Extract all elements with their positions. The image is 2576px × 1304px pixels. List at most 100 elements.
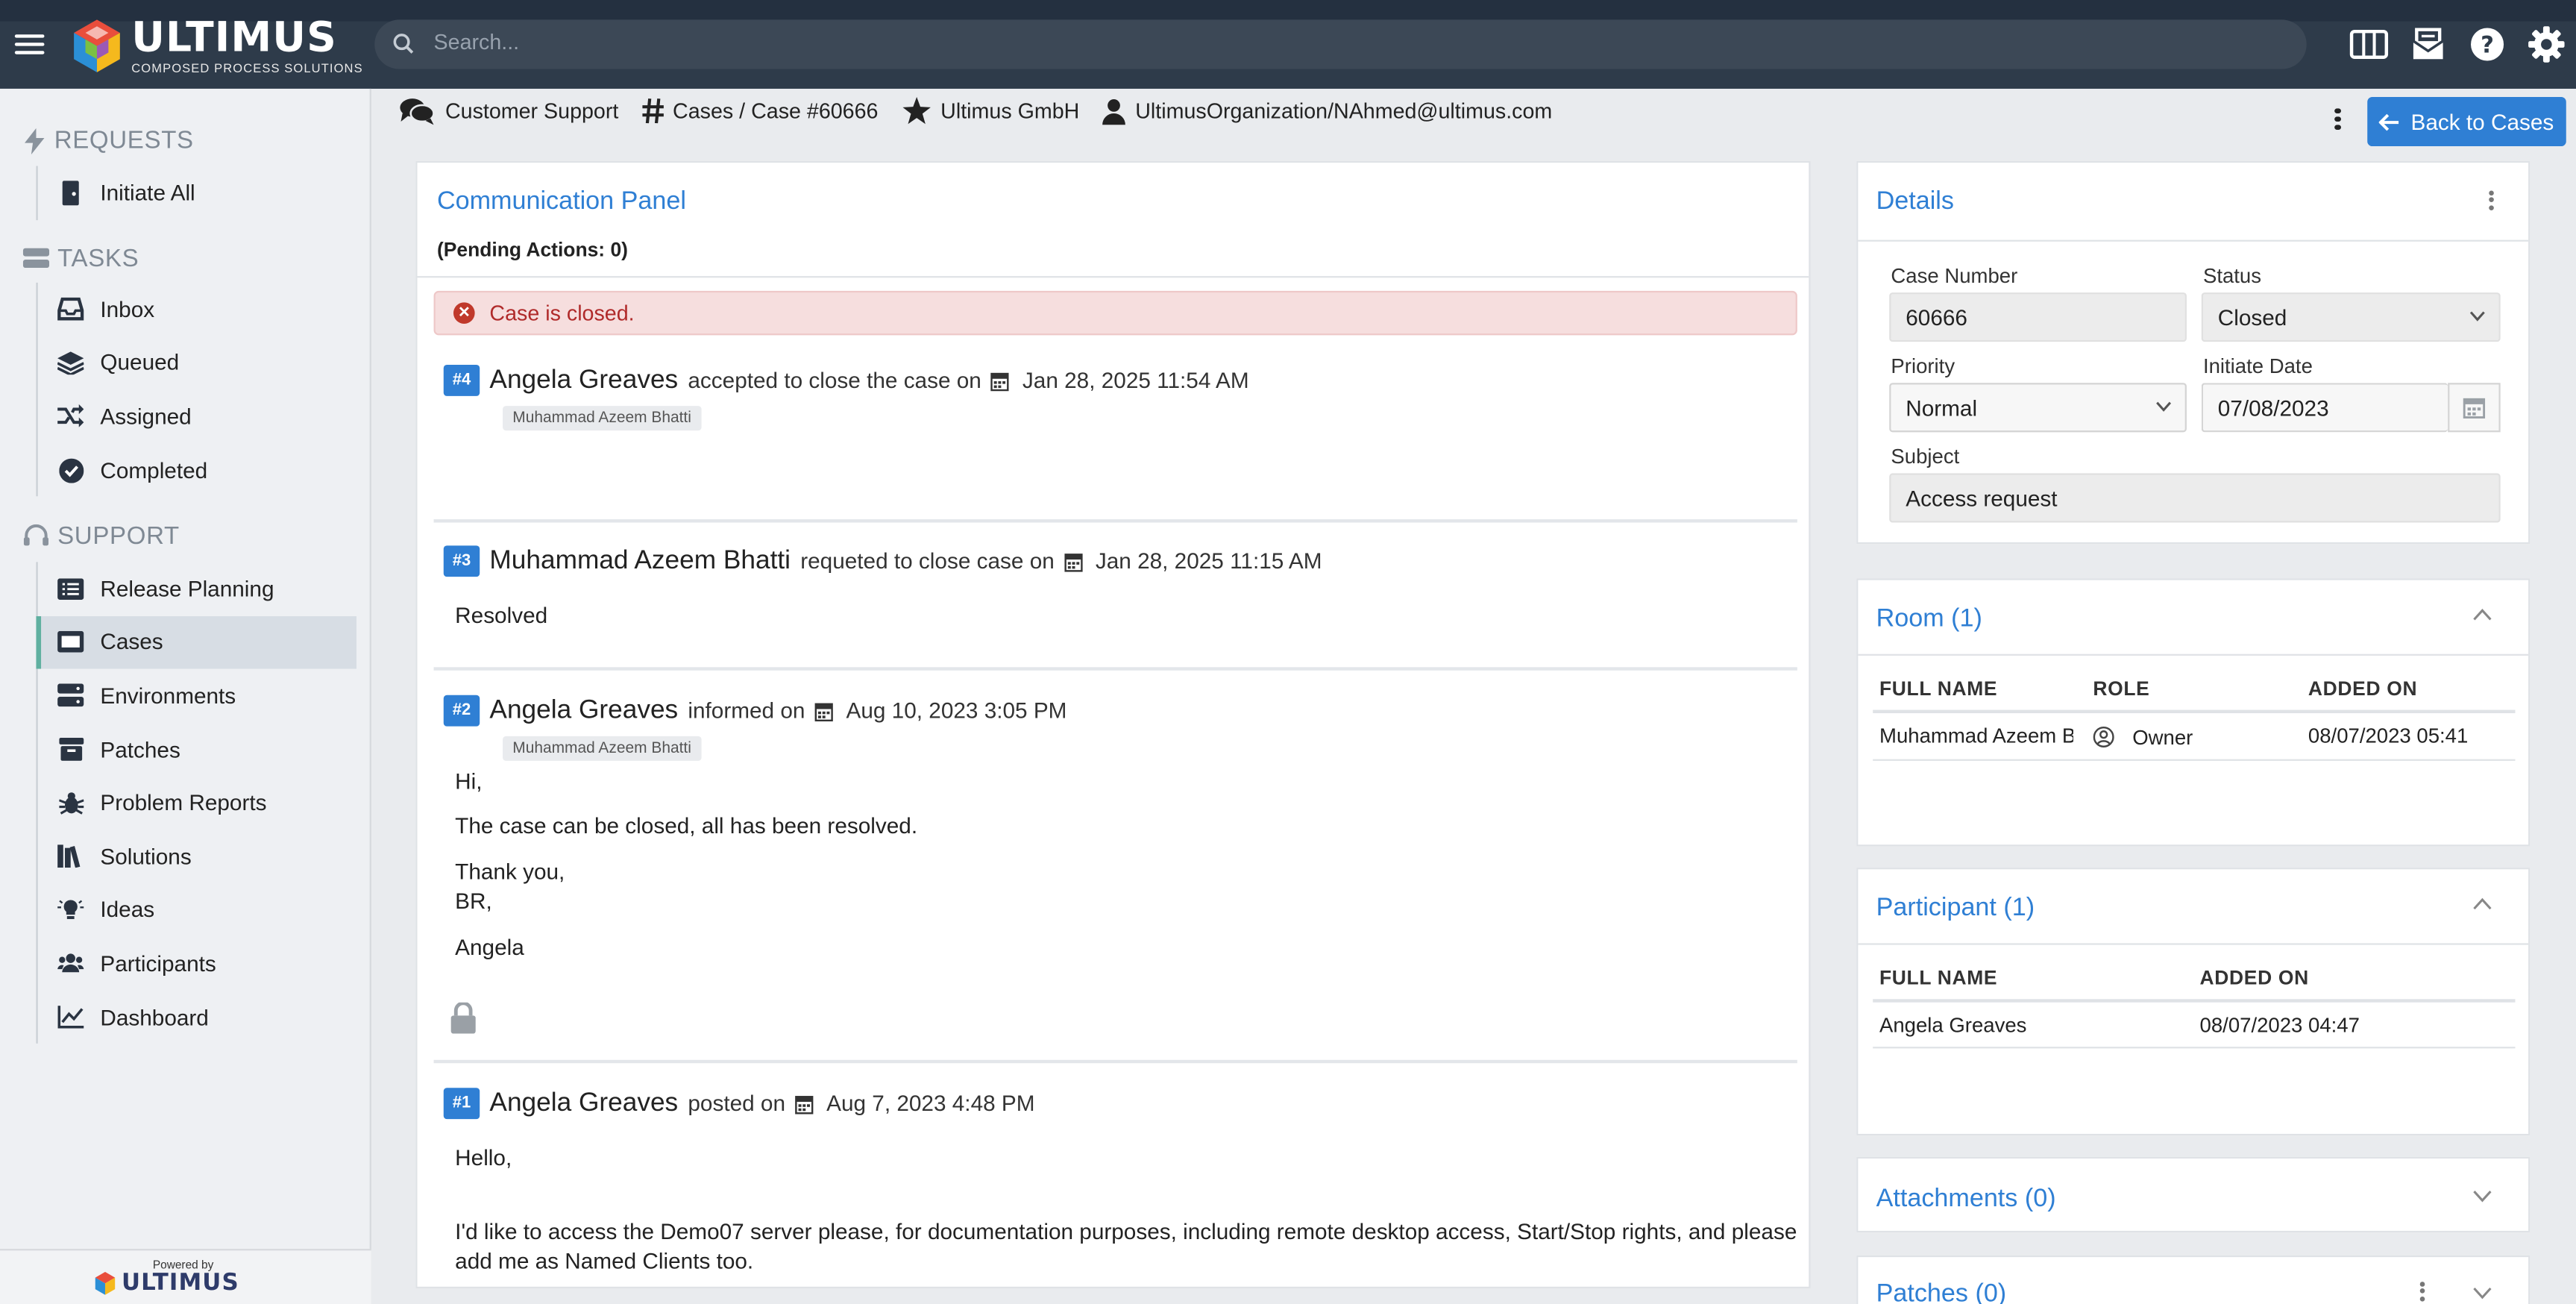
room-member-name: Muhammad Azeem Bh (1879, 724, 2073, 748)
message-author[interactable]: Muhammad Azeem Bhatti (489, 546, 791, 576)
column-header: ROLE (2093, 677, 2150, 700)
message-date: Aug 7, 2023 4:48 PM (826, 1091, 1035, 1116)
archive-icon (57, 736, 84, 762)
sidebar-item-participants[interactable]: Participants (38, 937, 359, 991)
ultimus-logo[interactable]: ULTIMUS COMPOSED PROCESS SOLUTIONS (69, 11, 363, 81)
sidebar-item-environments[interactable]: Environments (38, 669, 359, 723)
back-to-cases-button[interactable]: Back to Cases (2367, 96, 2566, 147)
room-member-added: 08/07/2023 05:41 (2308, 724, 2469, 748)
participant-title: Participant (1) (1876, 894, 2035, 922)
message-header: #3 Muhammad Azeem Bhatti requeted to clo… (443, 545, 1322, 577)
sidebar-item-completed[interactable]: Completed (38, 443, 359, 497)
help-icon[interactable]: ? (2468, 25, 2507, 64)
brand-name: ULTIMUS (131, 13, 337, 61)
menu-icon[interactable] (14, 30, 45, 60)
status-select[interactable]: Closed (2201, 292, 2501, 342)
details-more-icon[interactable] (2489, 187, 2495, 212)
room-header[interactable]: Room (1) (1858, 580, 2529, 656)
sidebar-item-ideas[interactable]: Ideas (38, 883, 359, 937)
message-body-line: BR, (455, 888, 492, 914)
participant-header[interactable]: Participant (1) (1858, 869, 2529, 945)
sidebar-item-patches[interactable]: Patches (38, 723, 359, 777)
users-icon (57, 950, 84, 977)
section-requests: REQUESTS (23, 127, 194, 154)
message-body-line: I'd like to access the Demo07 server ple… (455, 1219, 1797, 1244)
tasks-icon (22, 248, 50, 269)
more-options-icon[interactable] (2326, 105, 2349, 135)
panel-title: Communication Panel (436, 187, 686, 216)
message-number-badge: #4 (443, 365, 480, 396)
chevron-down-icon[interactable] (2472, 1287, 2492, 1300)
priority-label: Priority (1891, 354, 1955, 378)
headset-icon (23, 524, 48, 546)
message-author[interactable]: Angela Greaves (489, 1088, 678, 1118)
sidebar-item-problem-reports[interactable]: Problem Reports (38, 777, 359, 830)
patches-title: Patches (0) (1876, 1279, 2007, 1304)
communication-panel: Communication Panel (Pending Actions: 0)… (415, 160, 1811, 1288)
server-icon (57, 683, 84, 709)
sidebar-item-dashboard[interactable]: Dashboard (38, 991, 359, 1044)
breadcrumb-company[interactable]: Ultimus GmbH (940, 98, 1079, 123)
sidebar-item-inbox[interactable]: Inbox (38, 283, 359, 336)
arrow-left-icon (2379, 113, 2400, 131)
initiate-date-input[interactable]: 07/08/2023 (2201, 383, 2448, 433)
breadcrumb-area[interactable]: Customer Support (445, 98, 618, 123)
calendar-picker-button[interactable] (2448, 383, 2501, 433)
calendar-icon (814, 700, 833, 721)
sidebar-item-assigned[interactable]: Assigned (38, 389, 359, 443)
recipient-chip: Muhammad Azeem Bhatti (503, 406, 702, 431)
case-number-field[interactable]: 60666 (1889, 292, 2187, 342)
ultimus-cube-icon (74, 19, 120, 72)
breadcrumb-user[interactable]: UltimusOrganization/NAhmed@ultimus.com (1135, 98, 1552, 123)
message-number-badge: #1 (443, 1088, 480, 1120)
message-author[interactable]: Angela Greaves (489, 696, 678, 726)
calendar-icon (795, 1094, 814, 1114)
star-icon (901, 96, 931, 125)
search-input[interactable] (433, 29, 2241, 54)
participant-added: 08/07/2023 04:47 (2199, 1014, 2360, 1037)
room-card: Room (1) FULL NAME ROLE ADDED ON Muhamma… (1856, 578, 2531, 847)
attachments-card[interactable]: Attachments (0) (1856, 1156, 2531, 1233)
details-title: Details (1876, 187, 1954, 216)
chevron-up-icon[interactable] (2472, 897, 2492, 911)
pending-actions: (Pending Actions: 0) (436, 238, 628, 262)
calendar-icon (991, 371, 1010, 391)
chevron-down-icon[interactable] (2472, 1190, 2492, 1203)
inbox-tray-icon[interactable] (2408, 25, 2448, 64)
attachments-title: Attachments (0) (1876, 1185, 2056, 1213)
lock-icon (450, 1001, 477, 1042)
message-body-line: The case can be closed, all has been res… (455, 813, 918, 838)
message-author[interactable]: Angela Greaves (489, 366, 678, 395)
sidebar-item-solutions[interactable]: Solutions (38, 830, 359, 883)
chevron-down-icon (2156, 401, 2172, 412)
subject-field[interactable]: Access request (1889, 473, 2501, 523)
columns-icon[interactable] (2349, 25, 2389, 64)
sidebar-item-queued[interactable]: Queued (38, 336, 359, 390)
search-bar[interactable] (374, 19, 2307, 69)
list-icon (57, 576, 84, 602)
patches-card[interactable]: Patches (0) (1856, 1255, 2531, 1304)
bolt-icon (25, 127, 45, 154)
initiate-date-label: Initiate Date (2202, 354, 2313, 378)
message-body-line: Thank you, (455, 859, 565, 885)
column-header: ADDED ON (2199, 966, 2309, 990)
section-tasks: TASKS (22, 245, 139, 273)
sidebar-item-cases[interactable]: Cases (36, 615, 357, 669)
patches-more-icon[interactable] (2419, 1279, 2427, 1303)
priority-select[interactable]: Normal (1889, 383, 2187, 433)
powered-brand: ULTIMUS (94, 1270, 239, 1297)
sidebar-item-initiate-all[interactable]: Initiate All (38, 166, 359, 219)
layers-icon (57, 350, 84, 376)
brand-tagline: COMPOSED PROCESS SOLUTIONS (131, 60, 363, 76)
case-closed-alert: ✕ Case is closed. (433, 290, 1797, 336)
calendar-icon (1064, 551, 1083, 571)
breadcrumb-case[interactable]: Cases / Case #60666 (673, 98, 878, 123)
chevron-down-icon (2469, 311, 2485, 322)
top-bar: ULTIMUS COMPOSED PROCESS SOLUTIONS ? (0, 0, 2576, 89)
chevron-up-icon[interactable] (2472, 608, 2492, 621)
gear-icon[interactable] (2527, 25, 2566, 64)
section-support: SUPPORT (23, 522, 180, 551)
sidebar-item-release-planning[interactable]: Release Planning (38, 562, 359, 615)
message-body-line: add me as Named Clients too. (455, 1249, 754, 1274)
check-circle-icon (57, 457, 84, 483)
